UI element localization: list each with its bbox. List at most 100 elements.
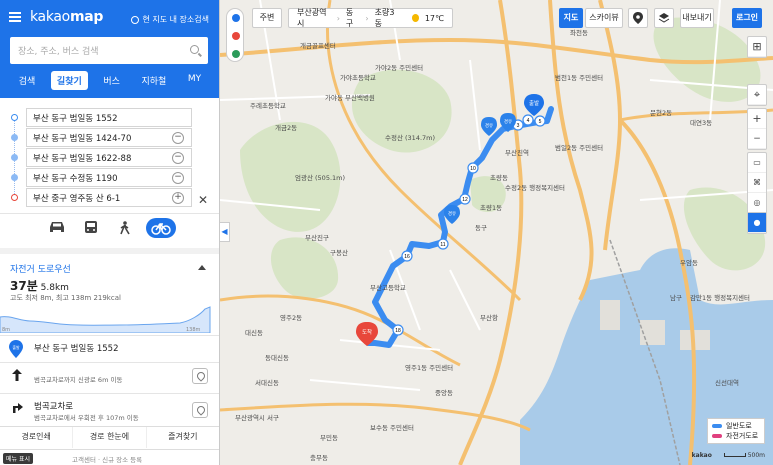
waypoint-field[interactable]: 부산 중구 영주동 산 6-1 — [26, 188, 192, 207]
step-1[interactable]: 범곡교차로까지 신광로 6m 이동 — [0, 364, 219, 392]
waypoint-dot-icon[interactable] — [11, 154, 18, 161]
breadcrumb-district[interactable]: 동구 — [346, 7, 360, 29]
skyview-button[interactable]: 스카이뷰 — [585, 8, 623, 28]
close-icon[interactable]: ✕ — [198, 193, 208, 207]
map-pin-button[interactable] — [192, 402, 208, 418]
map-view-button[interactable]: 지도 — [559, 8, 583, 28]
waypoint-dot-icon[interactable] — [11, 174, 18, 181]
car-mode-button[interactable] — [42, 218, 72, 238]
tab-3[interactable]: 지하철 — [135, 71, 172, 90]
map-place-label[interactable]: 초량1동 — [480, 204, 502, 212]
map-view[interactable]: 3 4 5 10 12 11 16 18 출발 경유 경유 경유 도착 개금골프센터 가야2동 … — [220, 0, 773, 465]
map-place-label[interactable]: 주례초등학교 — [250, 101, 286, 110]
layers-button[interactable] — [654, 8, 674, 28]
nearby-button[interactable]: 주변 — [252, 8, 282, 28]
map-place-label[interactable]: 대신동 — [245, 328, 263, 337]
map-pin-button[interactable] — [192, 368, 208, 384]
step-start[interactable]: 출발 부산 동구 범일동 1552 — [0, 338, 219, 364]
map-place-label[interactable]: 수정산 (314.7m) — [385, 133, 435, 142]
waypoint-dot-icon[interactable] — [11, 114, 18, 121]
menu-toggle-button[interactable]: 메뉴 표시 — [3, 453, 33, 464]
search-icon[interactable] — [190, 45, 199, 54]
print-route-button[interactable]: 경로인쇄 — [0, 427, 74, 448]
add-waypoint-button[interactable]: + — [172, 192, 184, 204]
zoom-in-button[interactable]: + — [748, 109, 766, 129]
map-place-label[interactable]: 수정2동 행정복지센터 — [505, 183, 565, 192]
map-place-label[interactable]: 초량동 — [490, 174, 508, 182]
login-button[interactable]: 로그인 — [732, 8, 762, 28]
map-place-label[interactable]: 부산광역시 서구 — [235, 413, 279, 422]
step-2[interactable]: 범곡교차로 범곡교차로에서 우회전 후 107m 이동 — [0, 395, 219, 425]
map-place-label[interactable]: 개금2동 — [275, 123, 297, 132]
search-in-view-toggle[interactable]: 현 지도 내 장소검색 — [131, 14, 209, 25]
hamburger-menu-icon[interactable] — [9, 12, 21, 22]
map-place-label[interactable]: 범일2동 주민센터 — [555, 143, 603, 152]
map-place-label[interactable]: 부산항 — [480, 313, 498, 322]
map-place-label[interactable]: 좌천동 — [570, 28, 588, 37]
tab-2[interactable]: 버스 — [97, 71, 126, 90]
waypoint-dot-icon[interactable] — [11, 134, 18, 141]
map-canvas[interactable]: 3 4 5 10 12 11 16 18 출발 경유 경유 경유 도착 개금골프센터가야2동 … — [220, 0, 773, 465]
tab-0[interactable]: 검색 — [13, 71, 42, 90]
street-view-button[interactable]: ● — [747, 212, 767, 234]
map-place-label[interactable]: 엄광산 (505.1m) — [295, 173, 345, 182]
map-place-label[interactable]: 충무동 — [310, 453, 328, 462]
map-place-label[interactable]: 중앙동 — [435, 389, 453, 397]
tab-4[interactable]: MY — [182, 71, 207, 90]
map-place-label[interactable]: 가야2동 주민센터 — [375, 63, 423, 72]
favorite-button[interactable]: 즐겨찾기 — [147, 427, 219, 448]
walk-mode-button[interactable] — [110, 218, 140, 238]
map-place-label[interactable]: 영주2동 — [280, 313, 302, 322]
bike-mode-button[interactable] — [146, 218, 176, 238]
remove-waypoint-button[interactable]: − — [172, 132, 184, 144]
grid-view-button[interactable]: ⊞ — [747, 36, 767, 58]
pin-button[interactable] — [628, 8, 648, 28]
radius-tool-button[interactable]: ◎ — [748, 193, 766, 213]
map-place-label[interactable]: 가야동 부산백병원 — [325, 93, 375, 102]
bus-mode-button[interactable] — [76, 218, 106, 238]
map-place-label[interactable]: 부민동 — [320, 433, 338, 442]
tab-1[interactable]: 길찾기 — [50, 71, 88, 90]
map-place-label[interactable]: 남구 — [670, 293, 682, 302]
route-overview-button[interactable]: 경로 한눈에 — [73, 427, 147, 448]
area-tool-button[interactable]: ⌘ — [748, 173, 766, 193]
map-place-label[interactable]: 감만1동 행정복지센터 — [690, 293, 750, 302]
map-place-label[interactable]: 가야초등학교 — [340, 73, 376, 82]
map-place-label[interactable]: 개금골프센터 — [300, 41, 336, 50]
search-input[interactable]: 장소, 주소, 버스 검색 — [10, 37, 208, 64]
breadcrumb-city[interactable]: 부산광역시 — [297, 7, 331, 29]
kakaomap-logo[interactable]: kakaomap — [30, 9, 103, 25]
waypoint-field[interactable]: 부산 동구 범일동 1622-88 — [26, 148, 192, 167]
export-button[interactable]: 내보내기 — [680, 8, 714, 28]
map-place-label[interactable]: 부산고등학교 — [370, 283, 406, 292]
collapse-chevron-icon[interactable] — [198, 265, 206, 270]
location-button[interactable]: ⌖ — [747, 84, 767, 106]
map-place-label[interactable]: 동구 — [475, 224, 487, 232]
remove-waypoint-button[interactable]: − — [172, 152, 184, 164]
saved-pins-strip[interactable] — [226, 8, 244, 62]
map-place-label[interactable]: 보수동 주민센터 — [370, 423, 414, 432]
waypoint-field[interactable]: 부산 동구 수정동 1190 — [26, 168, 192, 187]
waypoint-dot-icon[interactable] — [11, 194, 18, 201]
map-place-label[interactable]: 부산진역 — [505, 148, 529, 157]
footer-links[interactable]: 고객센터 · 신규 장소 등록 — [72, 454, 142, 464]
map-place-label[interactable]: 서대신동 — [255, 378, 279, 387]
panel-collapse-button[interactable]: ◀ — [220, 222, 230, 242]
map-place-label[interactable]: 신선대역 — [715, 378, 739, 387]
waypoint-field[interactable]: 부산 동구 범일동 1424-70 — [26, 128, 192, 147]
location-breadcrumb[interactable]: 부산광역시 › 동구 › 초량3동 17℃ — [288, 8, 453, 28]
map-place-label[interactable]: 문현2동 — [650, 109, 672, 117]
map-place-label[interactable]: 동대신동 — [265, 353, 289, 362]
map-place-label[interactable]: 부산진구 — [305, 233, 329, 242]
map-place-label[interactable]: 우암동 — [680, 259, 698, 267]
map-place-label[interactable]: 구봉산 — [330, 248, 348, 257]
remove-waypoint-button[interactable]: − — [172, 172, 184, 184]
distance-tool-button[interactable]: ▭ — [748, 153, 766, 173]
zoom-out-button[interactable]: − — [748, 129, 766, 149]
route-option-title[interactable]: 자전거 도로우선 — [10, 262, 71, 275]
waypoint-field[interactable]: 부산 동구 범일동 1552 — [26, 108, 192, 127]
map-place-label[interactable]: 영주1동 주민센터 — [405, 363, 453, 372]
map-place-label[interactable]: 대연3동 — [690, 119, 712, 127]
breadcrumb-dong[interactable]: 초량3동 — [375, 7, 400, 29]
map-place-label[interactable]: 범천1동 주민센터 — [555, 73, 603, 82]
